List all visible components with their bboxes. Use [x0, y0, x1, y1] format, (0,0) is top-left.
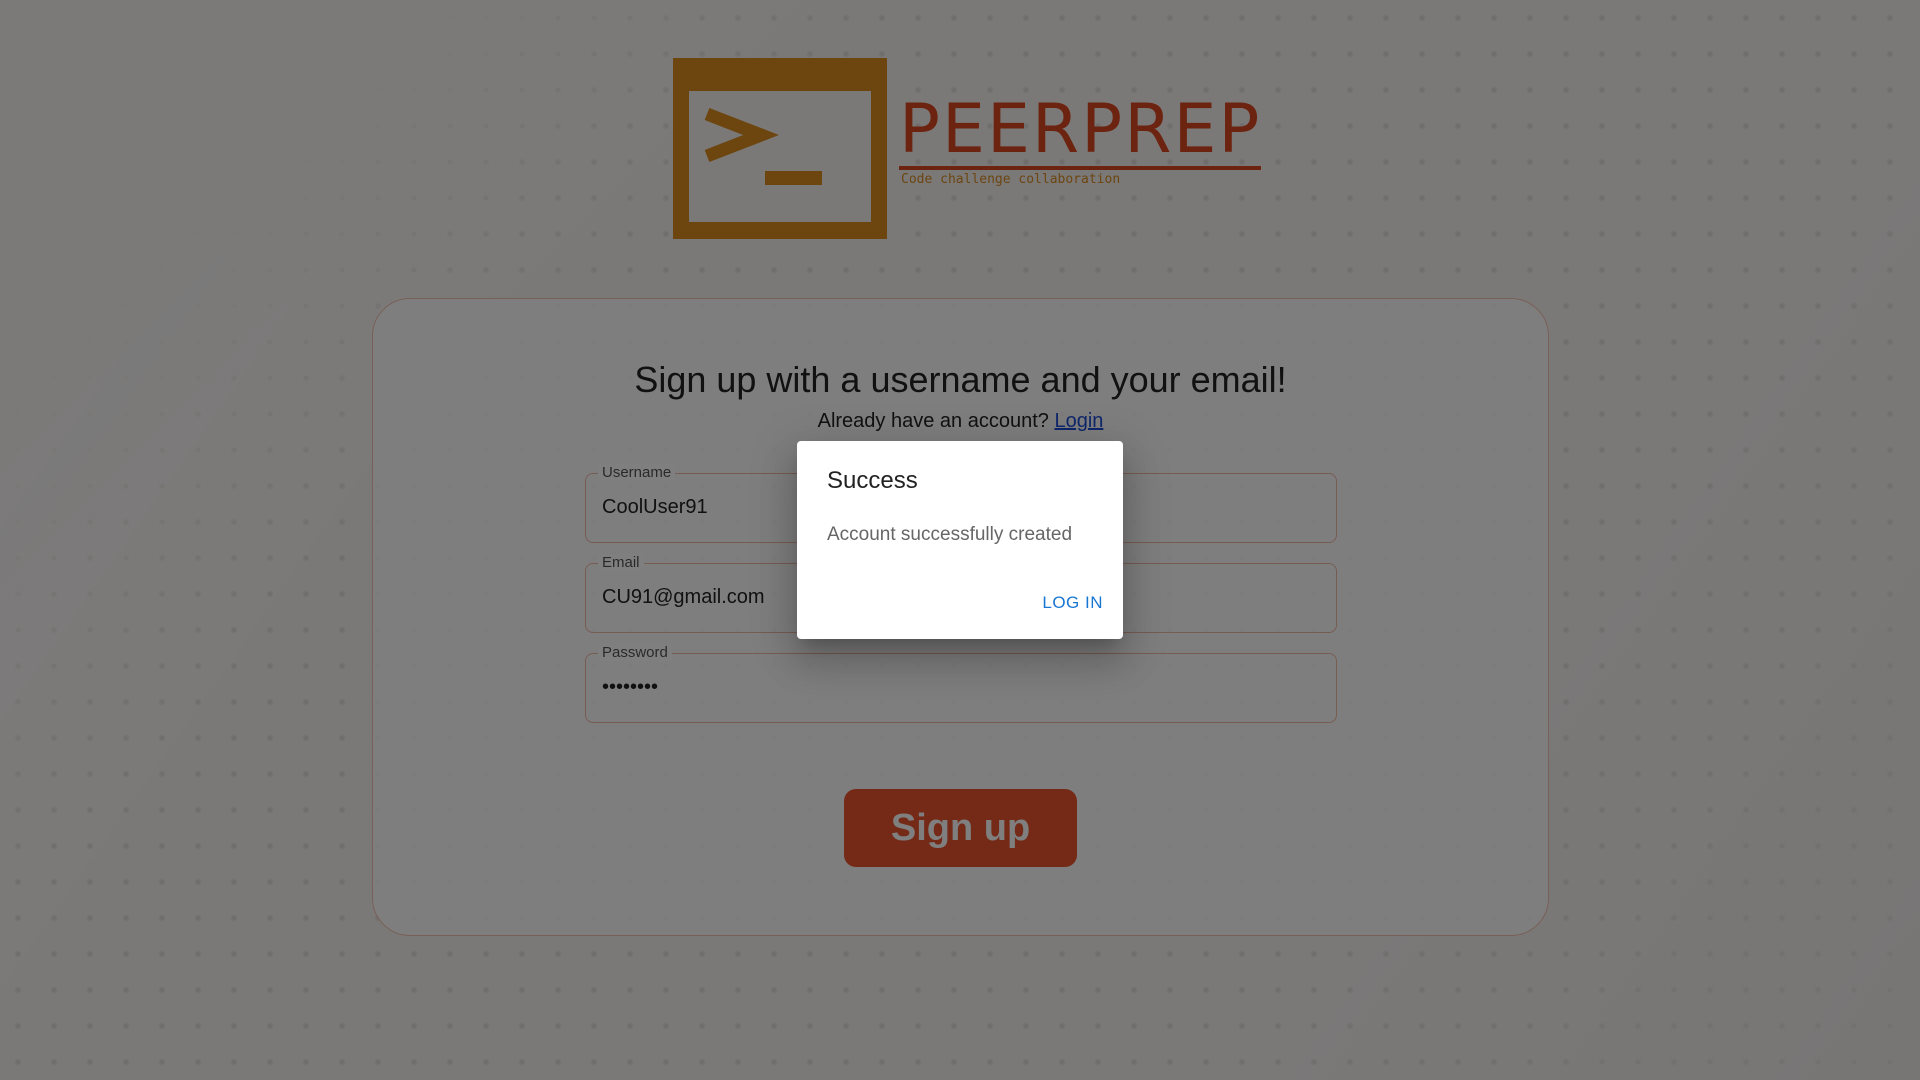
- login-button[interactable]: LOG IN: [1042, 593, 1103, 613]
- dialog-title: Success: [827, 467, 918, 494]
- success-dialog: Success Account successfully created LOG…: [797, 441, 1123, 639]
- dialog-message: Account successfully created: [827, 524, 1073, 545]
